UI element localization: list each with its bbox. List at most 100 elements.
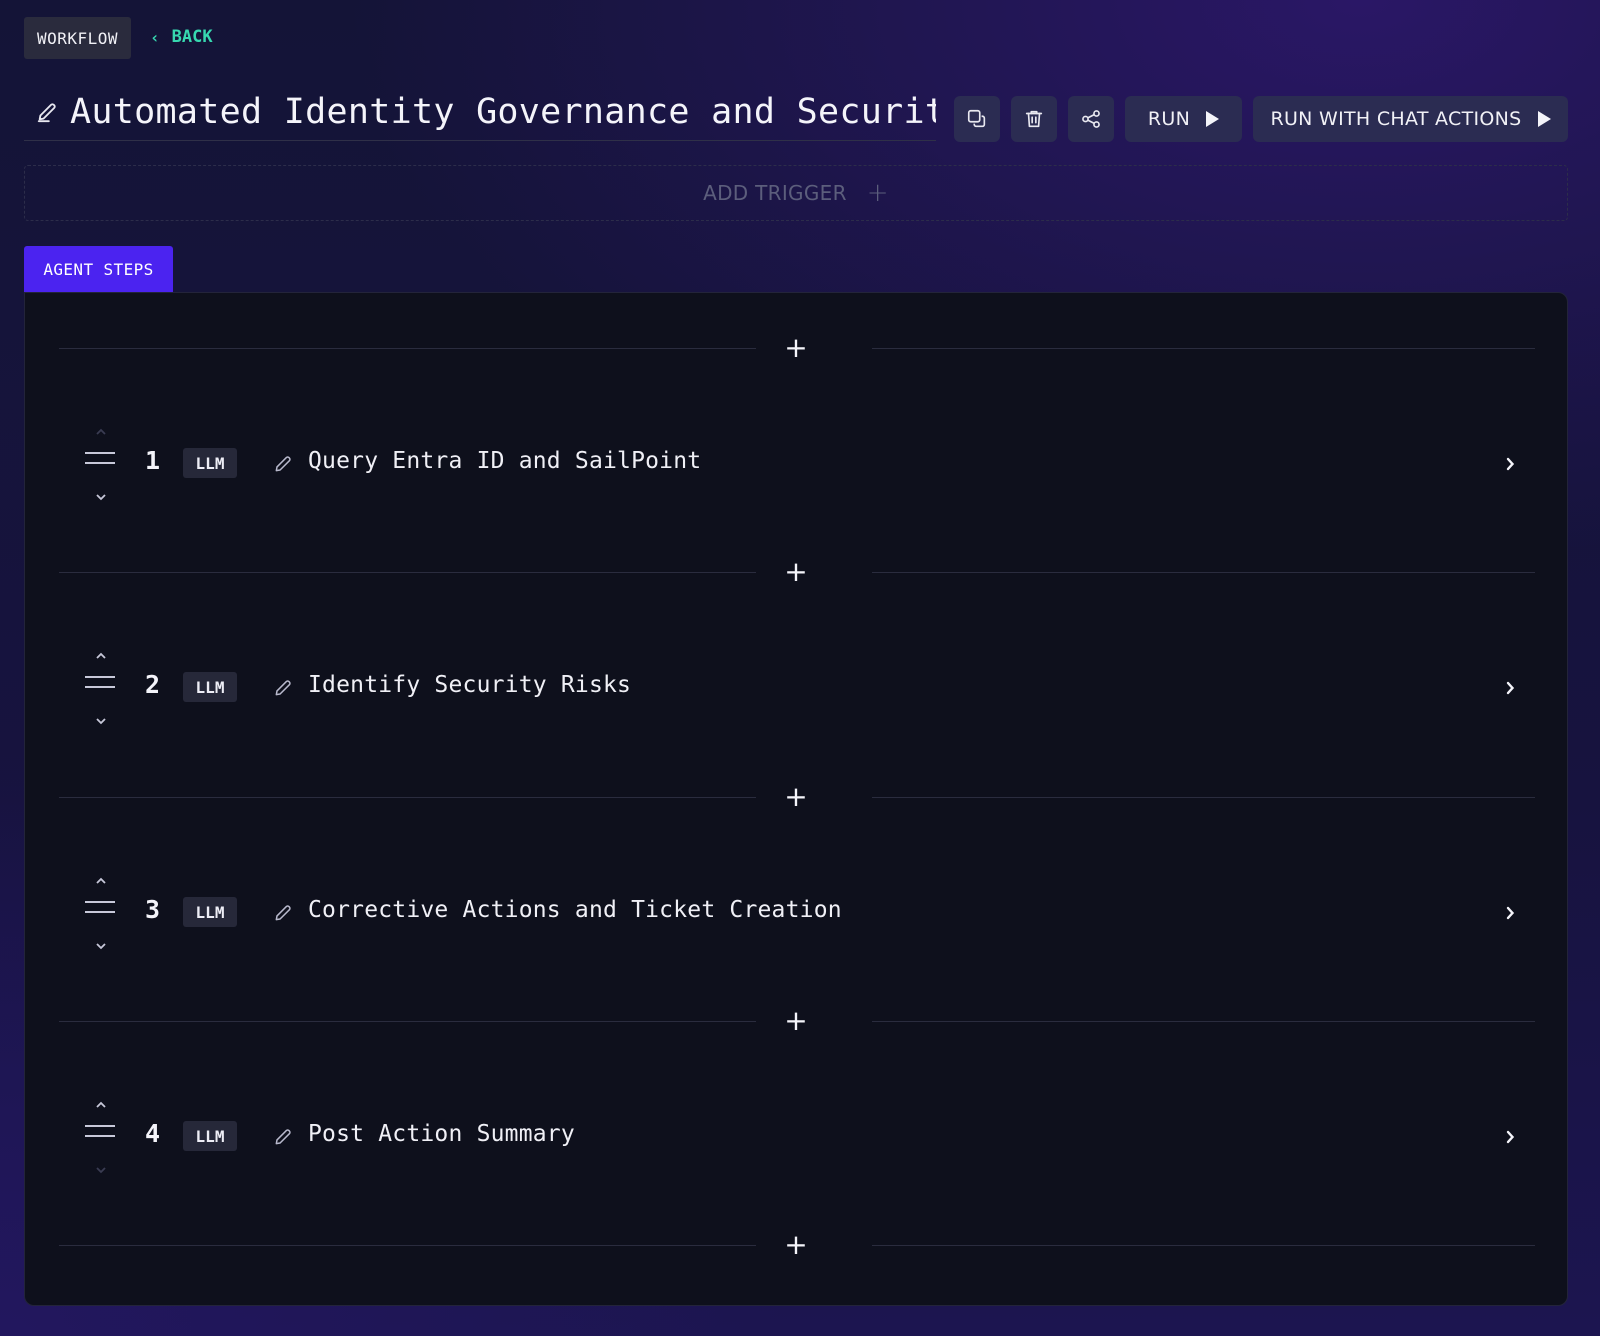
chevron-right-icon — [1506, 906, 1515, 920]
chevron-right-icon — [1506, 457, 1515, 471]
step-row[interactable]: 1 LLM Query Entra ID and SailPoint — [59, 422, 1535, 522]
step-number: 4 — [145, 1119, 161, 1148]
run-with-chat-actions-button[interactable]: RUN WITH CHAT ACTIONS — [1253, 96, 1568, 142]
move-down-button[interactable] — [93, 1163, 109, 1177]
copy-icon — [967, 109, 986, 128]
move-down-button[interactable] — [93, 939, 109, 953]
expand-step-button[interactable] — [1499, 901, 1521, 925]
play-icon — [1537, 111, 1551, 127]
divider-line — [59, 348, 756, 349]
step-reorder-controls — [85, 871, 117, 971]
divider-line — [872, 572, 1535, 573]
chevron-left-icon: ‹ — [150, 27, 160, 47]
step-reorder-controls — [85, 1095, 117, 1195]
step-number: 1 — [145, 446, 161, 475]
move-up-button[interactable] — [93, 424, 109, 438]
back-label: BACK — [171, 27, 213, 47]
step-reorder-controls — [85, 646, 117, 746]
play-icon — [1206, 111, 1220, 127]
step-reorder-controls — [85, 422, 117, 522]
move-up-button[interactable] — [93, 873, 109, 887]
chevron-down-icon — [96, 1167, 106, 1174]
expand-step-button[interactable] — [1499, 452, 1521, 476]
edit-icon[interactable] — [36, 101, 58, 123]
step-row[interactable]: 3 LLM Corrective Actions and Ticket Crea… — [59, 871, 1535, 971]
workflow-title-field[interactable]: Automated Identity Governance and Securi… — [24, 84, 936, 141]
divider-line — [59, 1245, 756, 1246]
add-step-button[interactable]: + — [774, 1230, 818, 1260]
share-icon — [1082, 110, 1100, 128]
divider-line — [872, 797, 1535, 798]
step-divider: + — [59, 333, 1535, 363]
add-step-button[interactable]: + — [774, 333, 818, 363]
step-divider: + — [59, 1230, 1535, 1260]
chevron-down-icon — [96, 494, 106, 501]
plus-icon: + — [784, 555, 808, 588]
agent-steps-panel: + 1 LLM Query Entra ID and SailPoint + 2… — [24, 292, 1568, 1306]
step-divider: + — [59, 557, 1535, 587]
chevron-up-icon — [96, 1101, 106, 1108]
duplicate-button[interactable] — [954, 96, 1000, 142]
edit-icon[interactable] — [273, 1127, 293, 1147]
chevron-right-icon — [1506, 1130, 1515, 1144]
step-divider: + — [59, 1006, 1535, 1036]
delete-button[interactable] — [1011, 96, 1057, 142]
trash-icon — [1025, 110, 1043, 128]
move-up-button[interactable] — [93, 1097, 109, 1111]
divider-line — [872, 348, 1535, 349]
chevron-right-icon — [1506, 681, 1515, 695]
add-step-button[interactable]: + — [774, 782, 818, 812]
chevron-down-icon — [96, 718, 106, 725]
plus-icon: + — [866, 178, 889, 208]
step-type-badge: LLM — [183, 897, 237, 927]
divider-line — [872, 1245, 1535, 1246]
drag-handle-icon[interactable] — [85, 1125, 115, 1143]
edit-icon[interactable] — [273, 678, 293, 698]
divider-line — [59, 1021, 756, 1022]
drag-handle-icon[interactable] — [85, 676, 115, 694]
run-button[interactable]: RUN — [1125, 96, 1242, 142]
plus-icon: + — [784, 780, 808, 813]
add-trigger-label: ADD TRIGGER — [703, 181, 847, 205]
plus-icon: + — [784, 1228, 808, 1261]
add-step-button[interactable]: + — [774, 1006, 818, 1036]
chevron-up-icon — [96, 652, 106, 659]
step-number: 3 — [145, 895, 161, 924]
plus-icon: + — [784, 331, 808, 364]
expand-step-button[interactable] — [1499, 676, 1521, 700]
step-type-badge: LLM — [183, 672, 237, 702]
chevron-up-icon — [96, 877, 106, 884]
add-trigger-button[interactable]: ADD TRIGGER + — [24, 165, 1568, 221]
divider-line — [59, 572, 756, 573]
drag-handle-icon[interactable] — [85, 452, 115, 470]
step-type-badge: LLM — [183, 448, 237, 478]
step-divider: + — [59, 782, 1535, 812]
expand-step-button[interactable] — [1499, 1125, 1521, 1149]
divider-line — [59, 797, 756, 798]
step-number: 2 — [145, 670, 161, 699]
run-label: RUN — [1147, 108, 1191, 130]
plus-icon: + — [784, 1004, 808, 1037]
move-down-button[interactable] — [93, 490, 109, 504]
drag-handle-icon[interactable] — [85, 901, 115, 919]
edit-icon[interactable] — [273, 903, 293, 923]
step-name: Identify Security Risks — [308, 672, 632, 698]
step-row[interactable]: 4 LLM Post Action Summary — [59, 1095, 1535, 1195]
back-link[interactable]: ‹ BACK — [150, 24, 213, 50]
chevron-up-icon — [96, 428, 106, 435]
share-button[interactable] — [1068, 96, 1114, 142]
add-step-button[interactable]: + — [774, 557, 818, 587]
step-name: Post Action Summary — [308, 1121, 575, 1147]
step-name: Query Entra ID and SailPoint — [308, 448, 702, 474]
move-up-button[interactable] — [93, 648, 109, 662]
run-chat-label: RUN WITH CHAT ACTIONS — [1270, 108, 1522, 130]
tab-agent-steps[interactable]: AGENT STEPS — [24, 246, 173, 292]
workflow-badge: WORKFLOW — [24, 17, 131, 59]
step-name: Corrective Actions and Ticket Creation — [308, 897, 842, 923]
step-row[interactable]: 2 LLM Identify Security Risks — [59, 646, 1535, 746]
edit-icon[interactable] — [273, 454, 293, 474]
step-type-badge: LLM — [183, 1121, 237, 1151]
move-down-button[interactable] — [93, 714, 109, 728]
page-title: Automated Identity Governance and Securi… — [70, 92, 936, 132]
chevron-down-icon — [96, 943, 106, 950]
